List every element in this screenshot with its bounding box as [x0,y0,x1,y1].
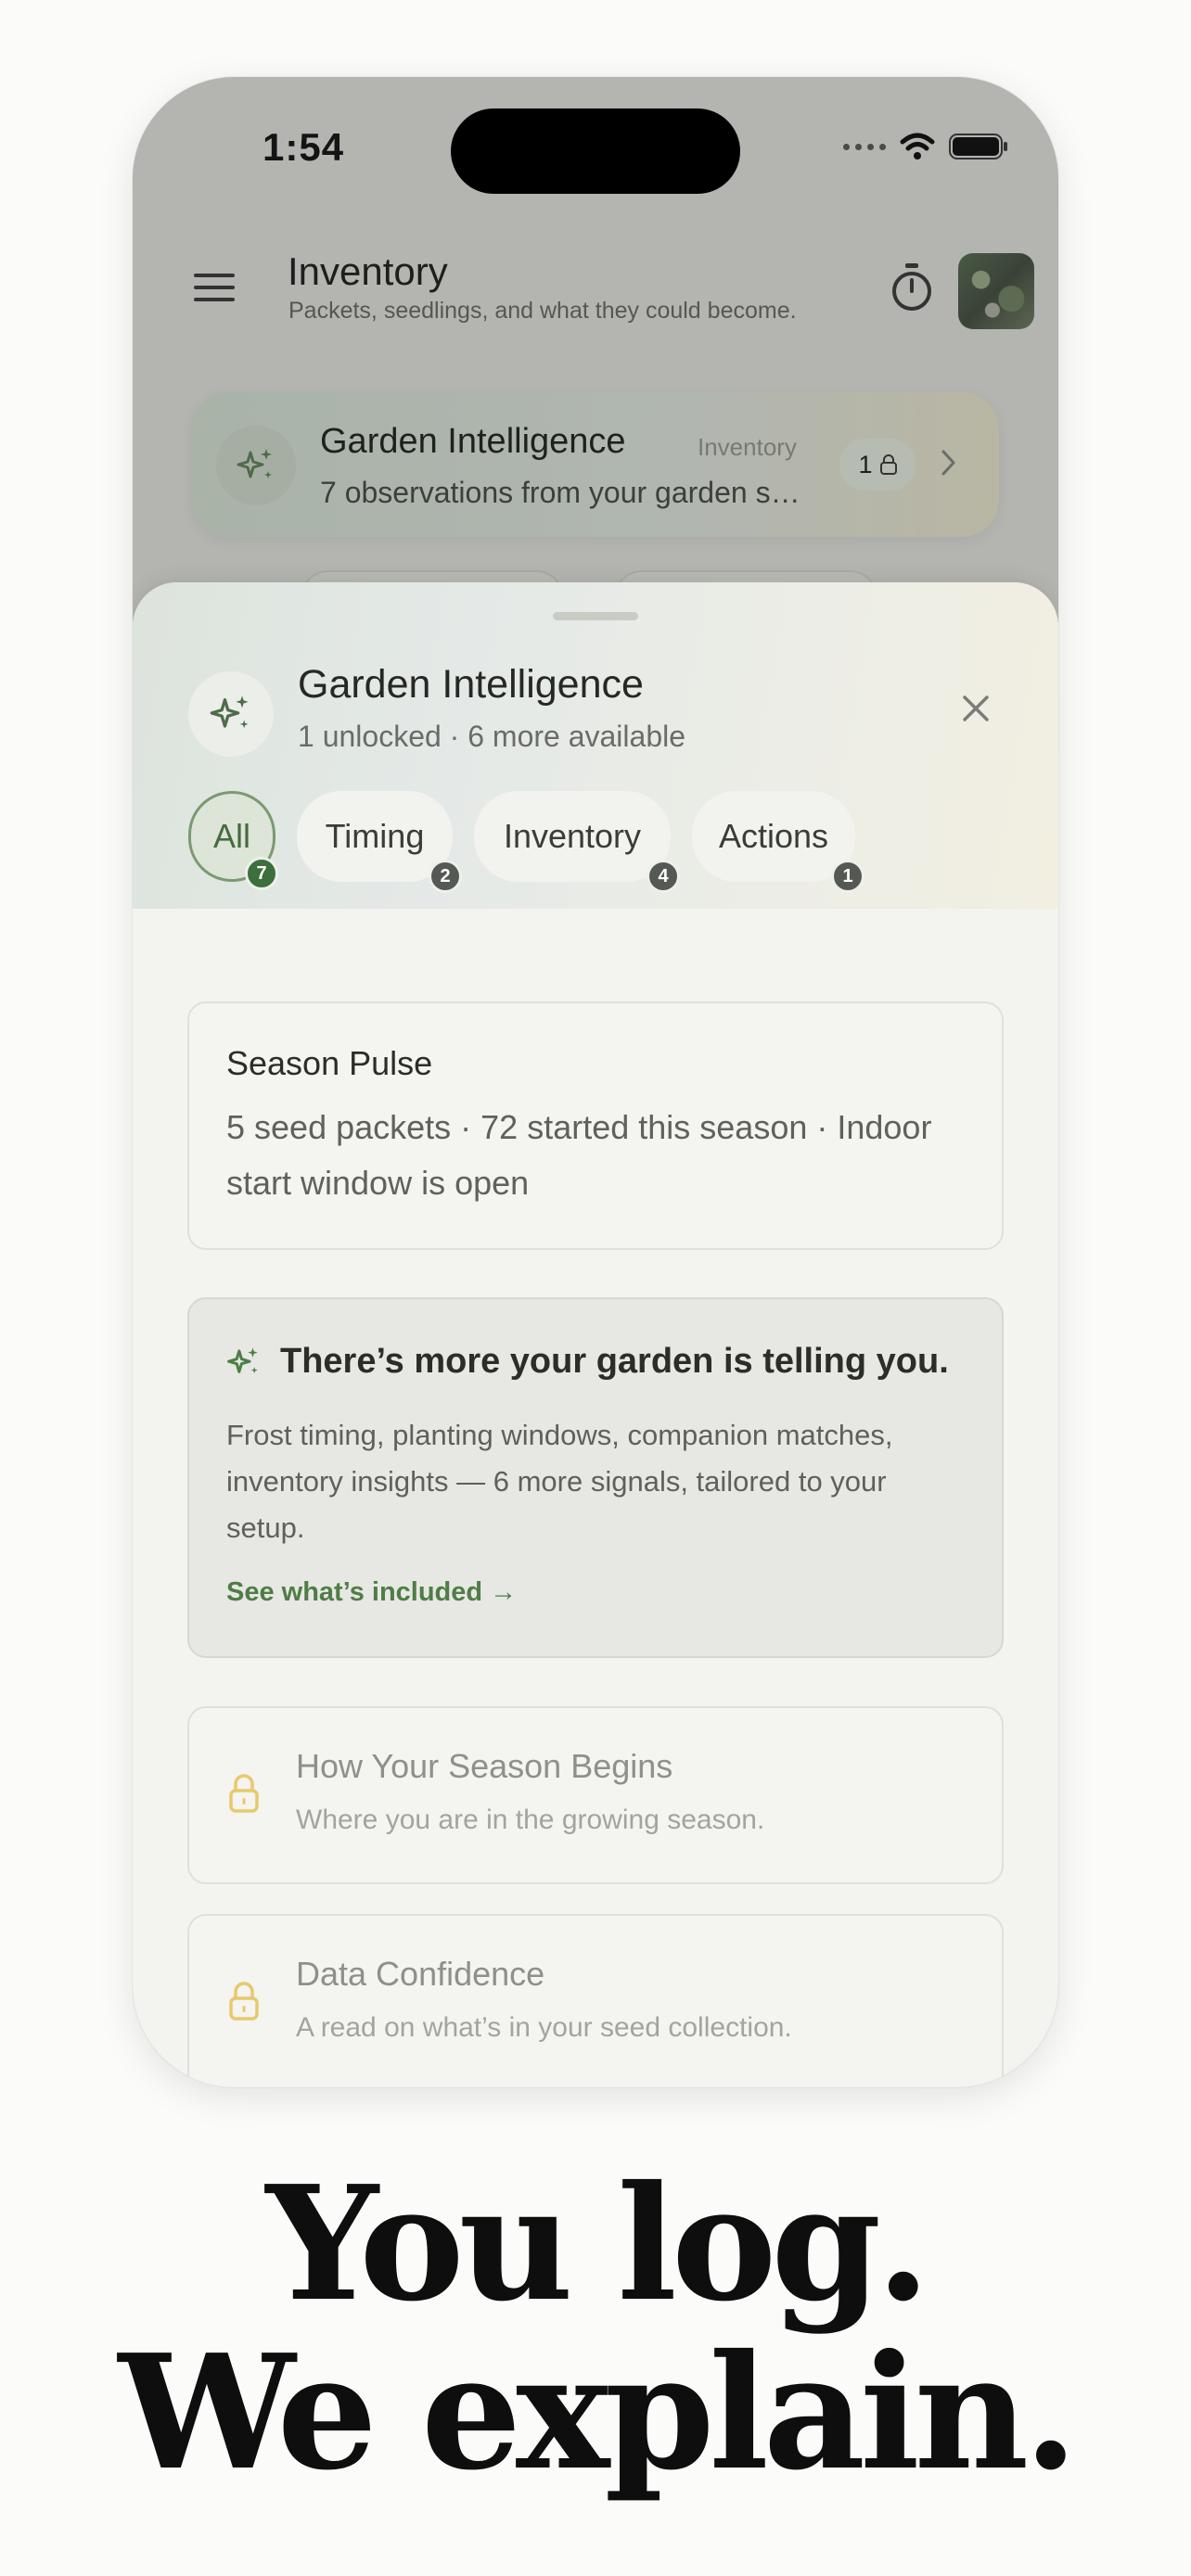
promo-title: There’s more your garden is telling you. [280,1342,949,1381]
season-pulse-title: Season Pulse [226,1044,433,1082]
page-subtitle: Packets, seedlings, and what they could … [288,298,797,324]
tab-all[interactable]: All 7 [188,791,278,890]
sparkle-icon [210,695,249,729]
lock-icon [229,1774,259,1813]
sheet-title: Garden Intelligence [298,662,644,707]
tab-count-badge: 1 [831,860,864,893]
tab-timing[interactable]: Timing 2 [297,791,462,893]
close-icon[interactable] [961,694,991,723]
see-whats-included-link[interactable]: See what’s included → [226,1577,517,1608]
sheet-subtitle: 1 unlocked · 6 more available [298,720,686,753]
intelligence-sheet: Garden Intelligence 1 unlocked · 6 more … [133,582,1058,2087]
lock-icon [879,454,897,475]
sparkle-icon-wrap [216,426,296,505]
page-title: Inventory [288,249,448,293]
lock-icon [229,1982,259,2021]
season-pulse-card[interactable]: Season Pulse 5 seed packets · 72 started… [187,1001,1004,1250]
unlocked-count-pill: 1 [839,439,916,491]
promo-text: Frost timing, planting windows, companio… [226,1419,893,1544]
banner-title: Garden Intelligence [320,422,626,461]
locked-card-subtitle: Where you are in the growing season. [296,1804,765,1835]
sparkle-icon [227,1346,258,1373]
banner-tag: Inventory [698,433,797,461]
tab-label: Actions [718,817,829,855]
banner-description: 7 observations from your garden s… [320,476,800,509]
unlocked-count: 1 [858,450,873,478]
sheet-grabber[interactable] [553,612,638,620]
headline-line-1: You log. [265,2151,931,2337]
garden-avatar[interactable] [958,253,1034,329]
headline-line-2: We explain. [118,2320,1079,2506]
tab-label: Inventory [503,817,642,855]
tab-label: Timing [325,817,425,855]
locked-card-title: Data Confidence [296,1955,545,1993]
locked-card-title: How Your Season Begins [296,1747,673,1785]
garden-intelligence-banner[interactable]: Garden Intelligence Inventory 7 observat… [192,392,999,537]
tab-actions[interactable]: Actions 1 [692,791,864,893]
chevron-right-icon [941,450,955,476]
tab-label: All [212,817,250,855]
hamburger-menu-icon[interactable] [194,272,235,303]
timer-icon[interactable] [890,262,934,312]
tab-count-badge: 2 [429,860,462,893]
tab-count-badge: 7 [245,857,278,890]
upgrade-promo-card: There’s more your garden is telling you.… [187,1297,1004,1658]
season-pulse-text: 5 seed packets · 72 started this season … [226,1108,932,1202]
promo-title-row: There’s more your garden is telling you. [226,1342,949,1382]
locked-card-subtitle: A read on what’s in your seed collection… [296,2012,792,2043]
phone-frame: 1:54 Inventory Packets, seedlings, and w… [133,77,1058,2087]
sheet-sparkle-badge [188,671,274,757]
locked-insight-card[interactable]: Data Confidence A read on what’s in your… [187,1914,1004,2087]
locked-insight-card[interactable]: How Your Season Begins Where you are in … [187,1706,1004,1884]
app-header: Inventory Packets, seedlings, and what t… [133,77,1058,329]
tab-count-badge: 4 [647,860,680,893]
tab-inventory[interactable]: Inventory 4 [474,791,680,893]
sparkle-icon [237,449,272,478]
